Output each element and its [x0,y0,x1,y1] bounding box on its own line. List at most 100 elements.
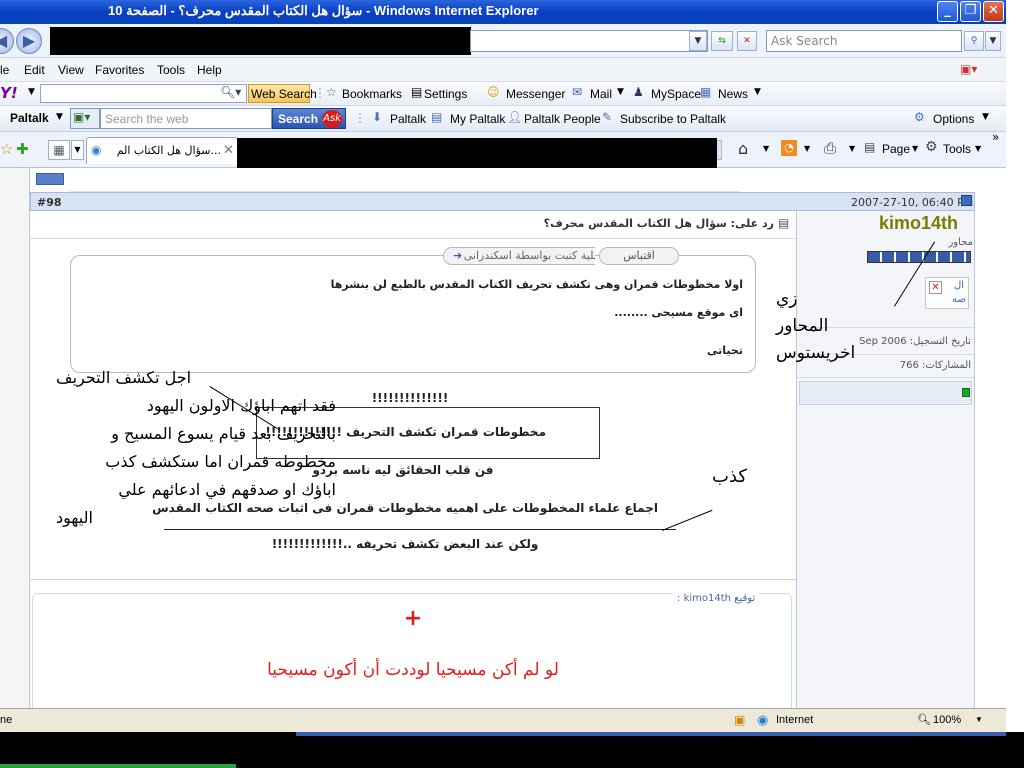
title-bar: سؤال هل الكتاب المقدس محرف؟ - الصفحة 10 … [0,0,1006,24]
ask-search-input[interactable]: Ask Search [766,30,962,52]
quick-tabs-icon[interactable]: ▦ [48,140,70,160]
feeds-icon[interactable]: ◔ [781,140,797,156]
status-bar: ne ▣ ◉ Internet 🔍︎ 100% ▼ [0,708,1006,732]
back-icon[interactable]: ◀ [0,28,14,54]
annotation-right-1: زي [776,289,798,309]
tab-list-dropdown-icon[interactable]: ▼ [71,140,84,160]
paltalk-people-link[interactable]: Paltalk People [524,112,601,126]
post-number[interactable]: #98 [37,196,62,209]
paltalk-link[interactable]: Paltalk [390,112,426,126]
print-dropdown-icon[interactable]: ▼ [849,144,855,153]
page-dropdown-icon[interactable]: ▼ [912,144,918,153]
nav-arrow-icon[interactable] [36,173,64,185]
signature-box: توقيع kimo14th : + لو لم أكن مسيحيا لودد… [32,593,792,708]
ie-page-icon: ◉ [91,143,102,157]
web-search-button[interactable]: Web Search [248,84,317,103]
post-subject: رد على: سؤال هل الكتاب المقدس محرف؟ [543,217,774,230]
options-dropdown-icon[interactable]: ▼ [982,112,989,122]
page-menu[interactable]: Page [882,142,910,156]
zoom-level[interactable]: 100% [933,714,961,726]
tools-dropdown-icon[interactable]: ▼ [975,144,981,153]
zone-label: Internet [776,714,814,726]
translate-icon[interactable]: ▣▾ [960,62,977,76]
body-line-5: ولكن عند البعض تكشف تحريفه ..!!!!!!!!!!!… [271,537,539,551]
post-icon [961,195,972,206]
breadcrumb-area [70,176,740,192]
view-post-arrow-icon[interactable]: ➔ [453,249,462,262]
options-button[interactable]: Options [933,112,974,126]
redacted-address [50,27,471,55]
quote-line-1: اولا مخطوطات قمران وهى تكشف تحريف الكتاب… [330,278,743,291]
yahoo-search-input[interactable] [40,84,247,103]
subscribe-link[interactable]: Subscribe to Paltalk [620,112,726,126]
paltalk-toolbar: Paltalk ▼ ▣▾ Search the web Search Ask ⋮… [0,106,1006,132]
home-dropdown-icon[interactable]: ▼ [763,144,769,153]
menu-favorites[interactable]: Favorites [95,63,144,77]
add-favorites-icon[interactable]: ✚ [16,140,29,158]
annotation-line-6: اليهود [56,508,93,527]
refresh-icon[interactable]: ⇆ [711,31,733,51]
favorites-star-icon[interactable]: ☆ [0,140,13,158]
bookmarks-button[interactable]: Bookmarks [342,87,402,101]
signature-cross-icon: + [403,606,423,631]
feeds-dropdown-icon[interactable]: ▼ [804,144,810,153]
quote-button[interactable]: اقتباس [599,247,679,265]
avatar: ✕ ال صه [925,277,969,309]
broken-image-icon: ✕ [929,281,942,294]
tab-current[interactable]: ◉ ...سؤال هل الكتاب الم ✕ [86,137,238,164]
sidebar-divider-3 [797,377,974,378]
chevron-more-icon[interactable]: » [992,130,999,144]
messenger-icon: ☺ [487,85,500,99]
quote-box: اقتباس المشاركة الأصلية كتبت بواسطة اسكن… [70,247,756,373]
stop-icon[interactable]: ✕ [737,31,757,51]
options-icon: ⚙ [914,110,925,124]
restore-button[interactable]: ❐ [960,1,981,22]
search-button[interactable]: Search Ask [272,108,346,129]
tools-menu[interactable]: Tools [943,142,971,156]
close-button[interactable]: ✕ [983,1,1004,22]
annotation-left-block: اجل تكشف التحريف فقد اتهم اباؤك الاولون … [56,364,336,532]
menu-view[interactable]: View [58,63,84,77]
minimize-button[interactable]: _ [937,1,958,22]
yahoo-logo-icon[interactable]: Y! [0,84,18,102]
zoom-dropdown-icon[interactable]: ▼ [975,715,983,724]
paltalk-menu[interactable]: Paltalk [10,111,49,125]
forward-icon[interactable]: ▶ [16,28,42,54]
yahoo-dropdown-icon[interactable]: ▼ [28,87,35,97]
menu-help[interactable]: Help [197,63,222,77]
address-input[interactable] [470,30,708,52]
signature-label: توقيع kimo14th : [673,593,760,604]
search-icon[interactable]: ⚲ [964,31,984,51]
annotation-line-2: فقد اتهم اباؤك الاولون اليهود [146,396,336,415]
protected-mode-icon[interactable]: ▣ [734,713,745,727]
print-icon[interactable]: ⎙ [824,139,836,157]
menu-edit[interactable]: Edit [24,63,45,77]
menu-file[interactable]: le [0,63,9,77]
more-dropdown-icon[interactable]: ▼ [754,87,761,97]
paltalk-dropdown-icon[interactable]: ▼ [56,112,63,122]
search-dropdown-icon[interactable]: ▼ [985,31,1001,51]
myspace-button[interactable]: MySpace [651,87,701,101]
mail-dropdown-icon[interactable]: ▼ [617,87,624,97]
page-icon: ▤ [864,140,876,154]
magnifier-icon[interactable]: 🔍︎▾ [220,85,241,99]
messenger-button[interactable]: Messenger [506,87,565,101]
taskbar-strip [296,732,1006,736]
mail-button[interactable]: Mail [590,87,612,101]
settings-button[interactable]: Settings [424,87,467,101]
web-search-input[interactable]: Search the web [100,108,272,129]
online-status-bar [799,381,972,405]
tab-close-icon[interactable]: ✕ [223,143,234,158]
search-engine-picker[interactable]: ▣▾ [70,108,100,129]
signature-divider [30,579,796,580]
user-title: محاور [948,237,973,248]
home-icon[interactable]: ⌂ [738,139,748,158]
username[interactable]: kimo14th [879,213,958,234]
news-button[interactable]: News [718,87,748,101]
tools-gear-icon: ⚙ [925,139,938,155]
annotation-right-block: زي المحاور اخريستوس [776,286,872,367]
mypaltalk-link[interactable]: My Paltalk [450,112,505,126]
address-dropdown-icon[interactable]: ▼ [689,31,707,51]
subscribe-icon: ✎ [602,110,613,124]
menu-tools[interactable]: Tools [157,63,185,77]
